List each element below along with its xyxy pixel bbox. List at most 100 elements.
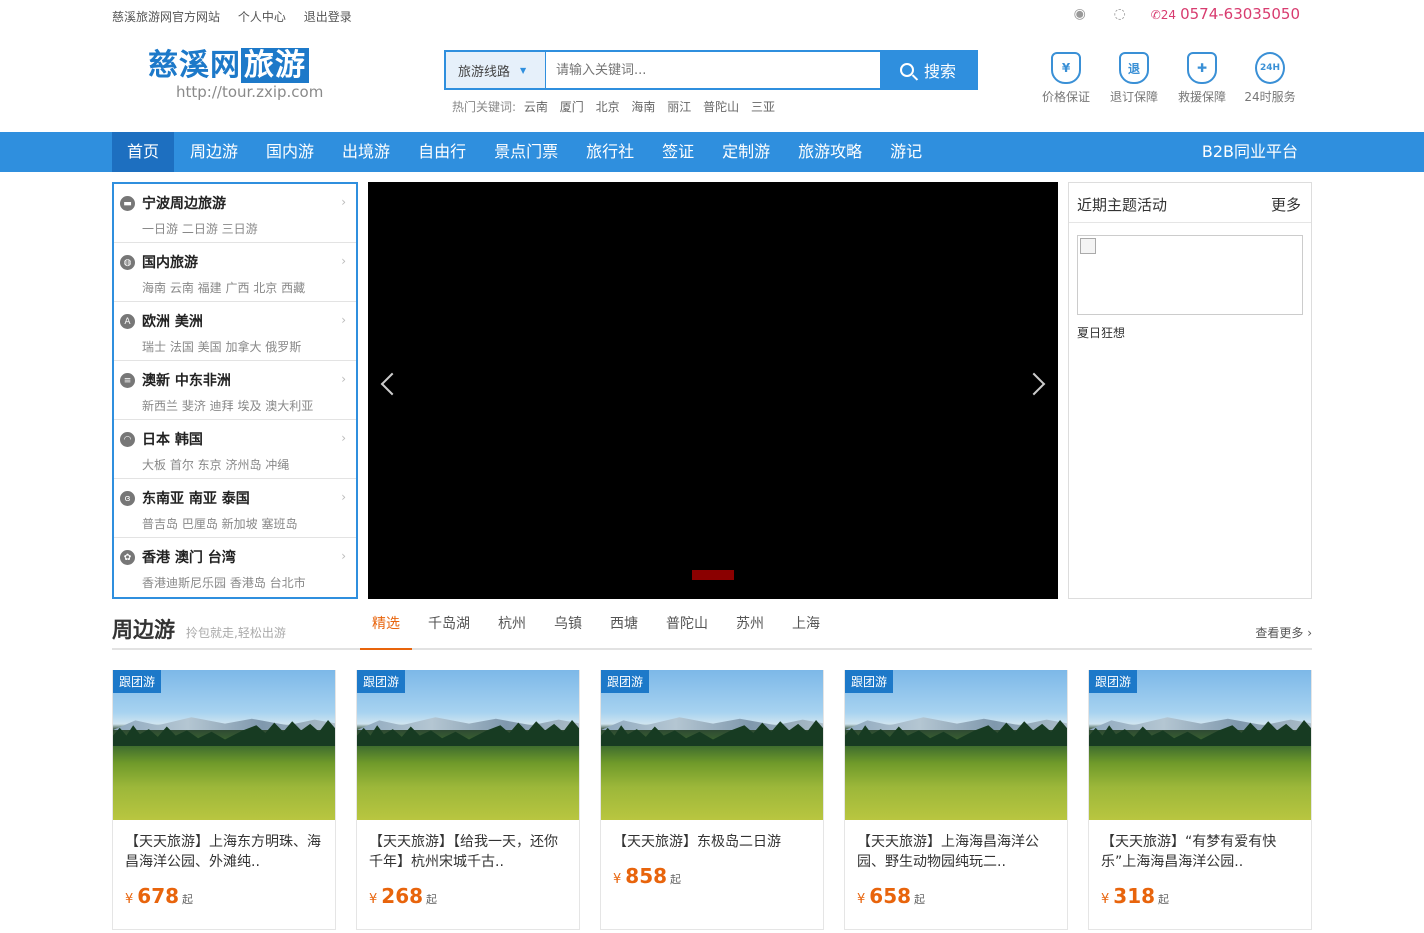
tab-xitang[interactable]: 西塘 — [598, 610, 650, 650]
tour-title[interactable]: 【天天旅游】上海海昌海洋公园、野生动物园纯玩二.. — [857, 832, 1059, 872]
hot-keyword[interactable]: 厦门 — [560, 100, 584, 114]
category-sub[interactable]: 大板 首尔 东京 济州岛 冲绳 — [142, 456, 289, 473]
category-sub[interactable]: 普吉岛 巴厘岛 新加坡 塞班岛 — [142, 515, 297, 532]
ningbo-icon: ▬ — [120, 196, 135, 211]
category-sub[interactable]: 香港迪斯尼乐园 香港岛 台北市 — [142, 574, 306, 591]
category-sub[interactable]: 瑞士 法国 美国 加拿大 俄罗斯 — [142, 338, 301, 355]
search-bar: 旅游线路 ▼ 搜索 — [444, 50, 978, 90]
chevron-right-icon: › — [341, 313, 346, 327]
nav-item-custom[interactable]: 定制游 — [710, 132, 782, 172]
tour-card[interactable]: 跟团游 【天天旅游】上海东方明珠、海昌海洋公园、外滩纯.. ¥678 起 — [112, 670, 336, 930]
tab-suzhou[interactable]: 苏州 — [724, 610, 776, 650]
category-item[interactable]: A 欧洲 美洲 瑞士 法国 美国 加拿大 俄罗斯 › — [114, 302, 356, 361]
hot-keyword[interactable]: 普陀山 — [703, 100, 739, 114]
nav-item-guides[interactable]: 旅游攻略 — [786, 132, 874, 172]
tour-price: ¥268 起 — [369, 884, 438, 908]
hot-keyword[interactable]: 海南 — [631, 100, 655, 114]
top-links: 慈溪旅游网官方网站 个人中心 退出登录 — [112, 8, 366, 25]
elephant-icon: ɞ — [120, 491, 135, 506]
guarantee-24h[interactable]: 24H 24时服务 — [1236, 52, 1304, 105]
slider-prev-icon[interactable] — [380, 372, 404, 396]
guarantee-label: 救援保障 — [1177, 90, 1226, 104]
tab-shanghai[interactable]: 上海 — [780, 610, 832, 650]
hot-keyword[interactable]: 云南 — [524, 100, 548, 114]
category-item[interactable]: ▬ 宁波周边旅游 一日游 二日游 三日游 › — [114, 184, 356, 243]
nav-b2b-platform[interactable]: B2B同业平台 — [1202, 132, 1298, 172]
events-more-link[interactable]: 更多 — [1271, 194, 1301, 215]
hot-keywords-label: 热门关键词: — [452, 100, 517, 114]
category-item[interactable]: ◍ 国内旅游 海南 云南 福建 广西 北京 西藏 › — [114, 243, 356, 302]
event-image[interactable] — [1077, 235, 1303, 315]
search-input[interactable] — [546, 52, 880, 88]
hot-keyword[interactable]: 三亚 — [751, 100, 775, 114]
wechat-icon[interactable]: ◌ — [1111, 6, 1129, 22]
category-item[interactable]: ◠ 日本 韩国 大板 首尔 东京 济州岛 冲绳 › — [114, 420, 356, 479]
search-button-label: 搜索 — [923, 62, 956, 81]
tour-image[interactable]: 跟团游 — [601, 670, 823, 820]
nav-item-visa[interactable]: 签证 — [650, 132, 706, 172]
tab-featured[interactable]: 精选 — [360, 610, 412, 650]
slider-next-icon[interactable] — [1022, 372, 1046, 396]
top-right: ◉ ◌ ✆24 0574-63035050 — [1071, 5, 1300, 23]
banner-slider[interactable] — [368, 182, 1058, 599]
site-name-link[interactable]: 慈溪旅游网官方网站 — [112, 10, 220, 24]
nav-item-travelogue[interactable]: 游记 — [878, 132, 934, 172]
category-item[interactable]: ✿ 香港 澳门 台湾 香港迪斯尼乐园 香港岛 台北市 › — [114, 538, 356, 597]
weibo-icon[interactable]: ◉ — [1071, 6, 1089, 22]
hot-keyword[interactable]: 北京 — [596, 100, 620, 114]
nav-item-outbound[interactable]: 出境游 — [330, 132, 402, 172]
user-center-link[interactable]: 个人中心 — [238, 10, 286, 24]
nav-item-domestic[interactable]: 国内游 — [254, 132, 326, 172]
category-item[interactable]: ≡ 澳新 中东非洲 新西兰 斐济 迪拜 埃及 澳大利亚 › — [114, 361, 356, 420]
view-more-link[interactable]: 查看更多 › — [1255, 624, 1312, 641]
slider-indicator[interactable] — [692, 570, 734, 580]
tower-icon: A — [120, 314, 135, 329]
guarantees: ¥ 价格保证 退退订保障 ✚ 救援保障 24H 24时服务 — [1032, 52, 1304, 105]
category-item[interactable]: ɞ 东南亚 南亚 泰国 普吉岛 巴厘岛 新加坡 塞班岛 › — [114, 479, 356, 538]
hot-keyword[interactable]: 丽江 — [667, 100, 691, 114]
nav-item-home[interactable]: 首页 — [112, 132, 175, 172]
tour-card[interactable]: 跟团游 【天天旅游】“有梦有爱有快乐”上海海昌海洋公园.. ¥318 起 — [1088, 670, 1312, 930]
tab-hangzhou[interactable]: 杭州 — [486, 610, 538, 650]
search-type-select[interactable]: 旅游线路 ▼ — [446, 52, 546, 88]
logo[interactable]: 慈溪网 旅游 http://tour.zxip.com — [148, 48, 323, 100]
guarantee-price[interactable]: ¥ 价格保证 — [1032, 52, 1100, 105]
tour-type-badge: 跟团游 — [357, 670, 406, 693]
tour-card[interactable]: 跟团游 【天天旅游】上海海昌海洋公园、野生动物园纯玩二.. ¥658 起 — [844, 670, 1068, 930]
section-tabs: 精选 千岛湖 杭州 乌镇 西塘 普陀山 苏州 上海 — [360, 610, 836, 650]
tour-image[interactable]: 跟团游 — [845, 670, 1067, 820]
nav-item-nearby[interactable]: 周边游 — [178, 132, 250, 172]
tour-card[interactable]: 跟团游 【天天旅游】东极岛二日游 ¥858 起 — [600, 670, 824, 930]
header: 慈溪网旅游 http://tour.zxip.com 旅游线路 ▼ 搜索 热门关键… — [112, 32, 1312, 132]
tour-image[interactable]: 跟团游 — [113, 670, 335, 820]
tour-title[interactable]: 【天天旅游】【给我一天，还你千年】杭州宋城千古.. — [369, 832, 571, 872]
events-header: 近期主题活动 更多 — [1069, 183, 1311, 223]
tab-putuoshan[interactable]: 普陀山 — [654, 610, 720, 650]
tour-title[interactable]: 【天天旅游】东极岛二日游 — [613, 832, 815, 852]
rescue-kit-icon: ✚ — [1187, 52, 1217, 84]
category-menu: ▬ 宁波周边旅游 一日游 二日游 三日游 › ◍ 国内旅游 海南 云南 福建 广西 北京 … — [112, 182, 358, 599]
tour-title[interactable]: 【天天旅游】上海东方明珠、海昌海洋公园、外滩纯.. — [125, 832, 327, 872]
tab-qiandaohu[interactable]: 千岛湖 — [416, 610, 482, 650]
tour-image[interactable]: 跟团游 — [1089, 670, 1311, 820]
nav-item-free-travel[interactable]: 自由行 — [406, 132, 478, 172]
tour-type-badge: 跟团游 — [1089, 670, 1138, 693]
nav-item-agencies[interactable]: 旅行社 — [574, 132, 646, 172]
chevron-right-icon: › — [341, 372, 346, 386]
category-sub[interactable]: 新西兰 斐济 迪拜 埃及 澳大利亚 — [142, 397, 313, 414]
chevron-right-icon: › — [341, 490, 346, 504]
logout-link[interactable]: 退出登录 — [304, 10, 352, 24]
event-caption[interactable]: 夏日狂想 — [1077, 324, 1125, 341]
category-sub[interactable]: 一日游 二日游 三日游 — [142, 220, 258, 237]
guarantee-refund[interactable]: 退退订保障 — [1100, 52, 1168, 105]
tour-card[interactable]: 跟团游 【天天旅游】【给我一天，还你千年】杭州宋城千古.. ¥268 起 — [356, 670, 580, 930]
search-button[interactable]: 搜索 — [880, 52, 976, 88]
yen-shield-icon: ¥ — [1051, 52, 1081, 84]
category-sub[interactable]: 海南 云南 福建 广西 北京 西藏 — [142, 279, 305, 296]
tour-title[interactable]: 【天天旅游】“有梦有爱有快乐”上海海昌海洋公园.. — [1101, 832, 1303, 872]
section-title: 周边游 — [112, 618, 175, 642]
tour-image[interactable]: 跟团游 — [357, 670, 579, 820]
nav-item-tickets[interactable]: 景点门票 — [482, 132, 570, 172]
guarantee-rescue[interactable]: ✚ 救援保障 — [1168, 52, 1236, 105]
tab-wuzhen[interactable]: 乌镇 — [542, 610, 594, 650]
